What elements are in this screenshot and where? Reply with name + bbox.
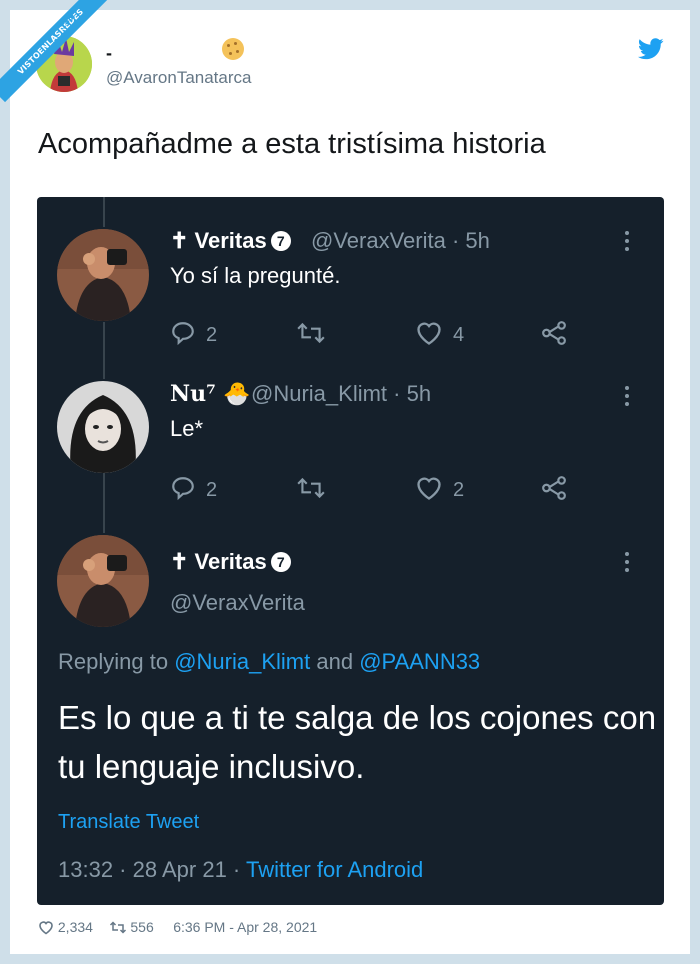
replying-and: and (316, 649, 354, 674)
cookie-emoji-icon (222, 38, 244, 60)
share-button[interactable] (540, 475, 578, 502)
tweet-footer: 2,334 556 6:36 PM - Apr 28, 2021 (38, 919, 317, 935)
author-handle[interactable]: @AvaronTanatarca (106, 68, 251, 88)
tweet-embed-card: VISTOENLASREDES .com - @AvaronTanatarca … (0, 0, 690, 954)
nuria-avatar[interactable] (57, 381, 149, 473)
more-options-icon[interactable] (625, 231, 631, 255)
translate-tweet-link[interactable]: Translate Tweet (58, 811, 199, 834)
tweet-body: Le* (170, 416, 204, 441)
handle-text: @Nuria_Klimt (251, 381, 388, 406)
heart-icon (417, 322, 441, 345)
veritas-avatar[interactable] (57, 229, 149, 321)
retweet-icon (297, 322, 325, 344)
more-options-icon[interactable] (625, 386, 631, 410)
retweet-icon[interactable] (109, 920, 127, 935)
replying-prefix: Replying to (58, 649, 169, 674)
reply-button[interactable]: 2 (170, 475, 217, 502)
share-icon (542, 321, 566, 345)
reply-count: 2 (206, 324, 218, 346)
reply-icon (172, 322, 194, 346)
retweet-icon (297, 477, 325, 499)
thread-line (103, 197, 105, 227)
retweet-count: 556 (130, 919, 154, 935)
author-name[interactable]: - (106, 43, 112, 64)
heart-icon (417, 477, 441, 500)
heart-icon[interactable] (38, 920, 54, 935)
tweet-timestamp[interactable]: 6:36 PM - Apr 28, 2021 (173, 919, 317, 935)
tweet-source-link[interactable]: Twitter for Android (246, 857, 423, 882)
handle-text: @VeraxVerita (311, 228, 446, 253)
retweet-button[interactable] (296, 320, 336, 347)
tweet-author-name-text: Nu⁷ (170, 381, 216, 407)
tweet-text: Acompañadme a esta tristísima historia (38, 128, 546, 160)
tweet-time: · 5h (451, 228, 490, 253)
reply-button[interactable]: 2 (170, 320, 217, 347)
like-count: 4 (453, 324, 465, 346)
thread-line (103, 473, 105, 533)
tweet-time: 13:32 (58, 857, 114, 882)
mention-link[interactable]: @PAANN33 (359, 649, 480, 674)
veritas-avatar[interactable] (57, 535, 149, 627)
chick-emoji-icon: 🐣 (223, 381, 251, 407)
main-author-name[interactable]: ✝ Veritas 7 (170, 549, 291, 575)
mention-link[interactable]: @Nuria_Klimt (174, 649, 310, 674)
main-author-name-text: ✝ Veritas (170, 549, 267, 574)
tweet-author-handle[interactable]: @Nuria_Klimt · 5h (251, 381, 431, 407)
like-button[interactable]: 4 (415, 320, 464, 347)
main-author-handle[interactable]: @VeraxVerita (170, 590, 305, 616)
reply-count: 2 (206, 479, 218, 501)
tweet-meta: 13:32 · 28 Apr 21 · Twitter for Android (58, 857, 424, 882)
more-options-icon[interactable] (625, 552, 631, 576)
tweet-author-name[interactable]: Nu⁷ 🐣 (170, 381, 251, 407)
tweet-author-name[interactable]: ✝ Veritas 7 (170, 228, 291, 254)
number-badge: 7 (270, 231, 291, 251)
like-button[interactable]: 2 (415, 475, 464, 502)
twitter-bird-icon[interactable] (638, 38, 664, 60)
tweet-body: Yo sí la pregunté. (170, 263, 341, 288)
like-count: 2,334 (57, 919, 93, 935)
tweet-author-name-text: ✝ Veritas (170, 228, 267, 253)
like-count: 2 (453, 479, 465, 501)
number-badge: 7 (270, 552, 291, 572)
thread-line (103, 322, 105, 379)
reply-icon (172, 477, 194, 501)
replying-to: Replying to @Nuria_Klimt and @PAANN33 (58, 649, 480, 675)
tweet-time: · 5h (393, 381, 432, 406)
embedded-screenshot: ✝ Veritas 7 @VeraxVerita · 5h Yo sí la pr… (37, 197, 664, 905)
share-button[interactable] (540, 320, 578, 347)
tweet-author-handle[interactable]: @VeraxVerita · 5h (311, 228, 490, 254)
main-tweet-text: Es lo que a ti te salga de los cojones c… (58, 699, 657, 785)
retweet-button[interactable] (296, 475, 336, 502)
tweet-date: 28 Apr 21 (132, 857, 227, 882)
share-icon (542, 476, 566, 500)
